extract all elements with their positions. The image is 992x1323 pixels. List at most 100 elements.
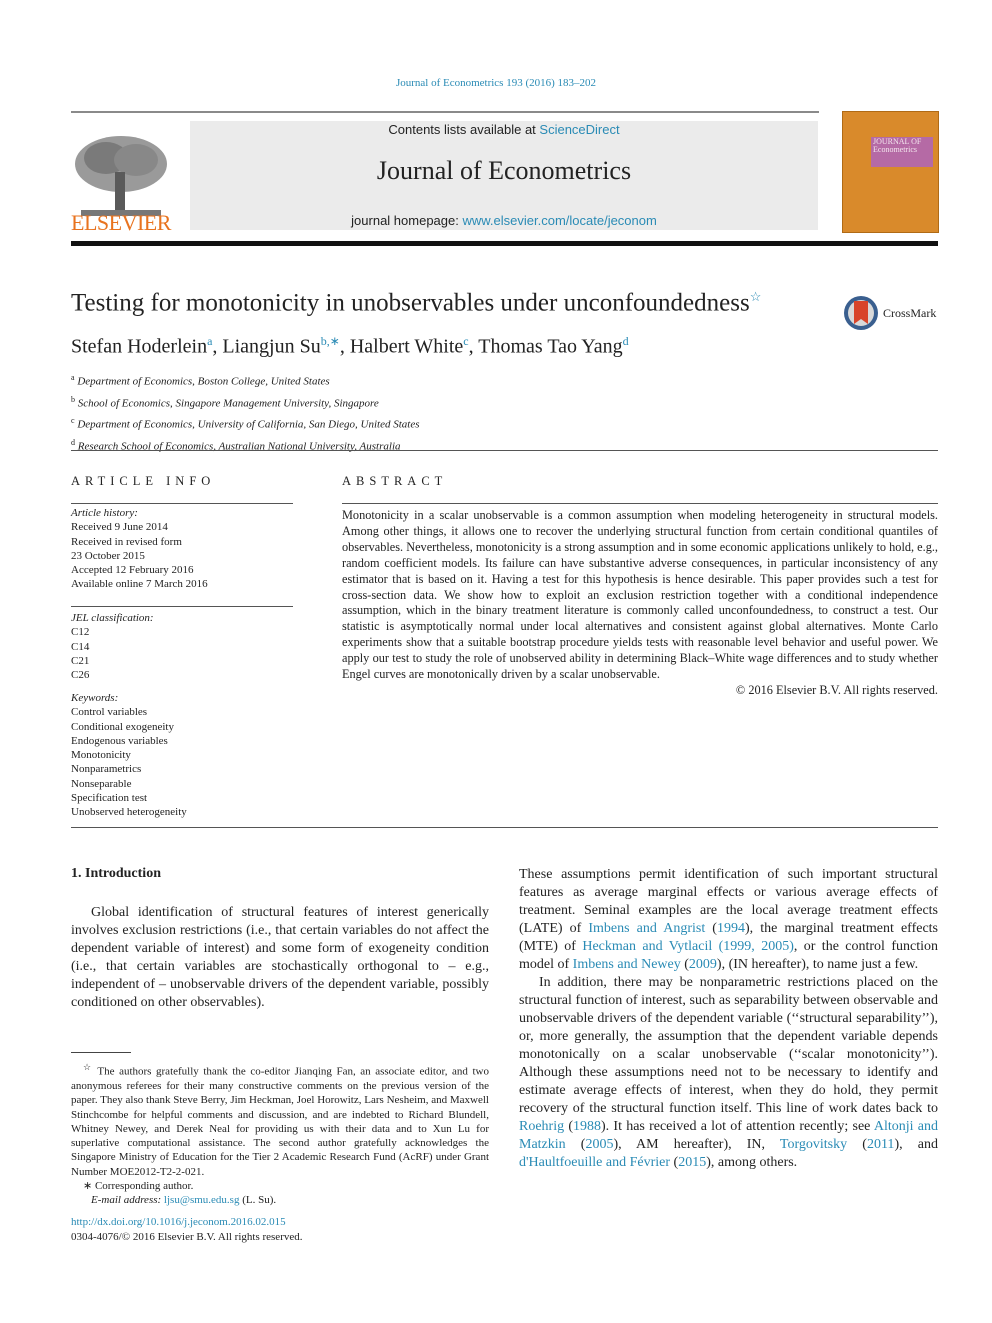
email-suffix: (L. Su). [239, 1194, 277, 1207]
abstract-heading: ABSTRACT [342, 474, 448, 488]
reference-year-link[interactable]: 2015 [678, 1155, 706, 1170]
article-info-heading: ARTICLE INFO [71, 474, 216, 488]
author-affil-sup[interactable]: c [463, 334, 468, 348]
keywords: Keywords: Control variables Conditional … [71, 691, 187, 820]
homepage-prefix: journal homepage: [351, 213, 463, 228]
header-thick-rule [71, 241, 938, 246]
email-label: E-mail address: [91, 1194, 164, 1207]
intro-right-column: These assumptions permit identification … [519, 866, 938, 1172]
journal-citation-link[interactable]: Journal of Econometrics 193 (2016) 183–2… [0, 77, 992, 89]
contents-prefix: Contents lists available at [388, 122, 540, 137]
jel-label: JEL classification: [71, 612, 154, 624]
history-item: Received in revised form [71, 535, 182, 548]
corresponding-footnote: ∗ Corresponding author. [71, 1179, 489, 1193]
email-line: E-mail address: ljsu@smu.edu.sg (L. Su). [71, 1193, 489, 1207]
cover-title-line2: Econometrics [873, 145, 917, 154]
crossmark-icon [844, 296, 878, 330]
doi-block: http://dx.doi.org/10.1016/j.jeconom.2016… [71, 1215, 303, 1245]
homepage-link[interactable]: www.elsevier.com/locate/jeconom [462, 213, 656, 228]
divider [342, 503, 938, 504]
elsevier-wordmark[interactable]: ELSEVIER [71, 210, 171, 236]
intro-paragraph: Global identification of structural feat… [71, 905, 489, 1010]
text-run: ( [565, 1137, 586, 1152]
reference-link[interactable]: Roehrig [519, 1119, 564, 1134]
section-heading-introduction: 1. Introduction [71, 866, 161, 881]
author-name[interactable]: Liangjun Su [222, 336, 320, 358]
reference-link[interactable]: Torgovitsky [780, 1137, 847, 1152]
history-item: Accepted 12 February 2016 [71, 564, 194, 577]
author-name[interactable]: Stefan Hoderlein [71, 336, 207, 358]
email-link[interactable]: ljsu@smu.edu.sg [164, 1194, 240, 1206]
reference-year-link[interactable]: 1994 [717, 921, 745, 936]
author-affil-sup[interactable]: a [207, 334, 212, 348]
affiliation-text: Department of Economics, Boston College,… [77, 375, 330, 388]
keyword-item: Endogenous variables [71, 734, 168, 747]
text-run: ( [670, 1155, 679, 1170]
acknowledgement-footnote: ☆ The authors gratefully thank the co-ed… [71, 1060, 489, 1179]
author-affil-sup[interactable]: b,∗ [321, 334, 340, 348]
divider [71, 503, 293, 504]
affiliation-sup: a [71, 373, 75, 382]
history-item: 23 October 2015 [71, 549, 145, 562]
article-history-label: Article history: [71, 507, 138, 519]
reference-link[interactable]: d'Haultfoeuille and Février [519, 1155, 670, 1170]
affiliation-sup: d [71, 437, 75, 447]
jel-code: C12 [71, 626, 90, 639]
author-name[interactable]: Halbert White [350, 336, 463, 358]
keyword-item: Specification test [71, 792, 148, 805]
article-history: Article history: Received 9 June 2014 Re… [71, 506, 208, 592]
reference-year-link[interactable]: 2011 [867, 1137, 894, 1152]
corresponding-text: Corresponding author. [94, 1180, 194, 1193]
abstract-copyright: © 2016 Elsevier B.V. All rights reserved… [735, 682, 938, 697]
contents-line: Contents lists available at ScienceDirec… [190, 122, 818, 137]
acknowledgement-text: The authors gratefully thank the co-edit… [71, 1065, 489, 1178]
journal-cover-thumbnail[interactable]: JOURNAL OF Econometrics [842, 111, 939, 233]
crossmark-badge[interactable]: CrossMark [843, 294, 943, 334]
affiliation-text: Department of Economics, University of C… [77, 418, 420, 431]
divider [71, 450, 938, 451]
abstract: Monotonicity in a scalar unobservable is… [342, 508, 938, 699]
text-run: ). It has received a lot of attention re… [601, 1119, 874, 1134]
homepage-line: journal homepage: www.elsevier.com/locat… [190, 213, 818, 228]
reference-year-link[interactable]: 1988 [573, 1119, 601, 1134]
affiliation-item: b School of Economics, Singapore Managem… [71, 391, 420, 413]
keyword-item: Conditional exogeneity [71, 720, 174, 733]
reference-year-link[interactable]: 2005 [585, 1137, 613, 1152]
footnote-rule [71, 1052, 131, 1053]
article-title-text: Testing for monotonicity in unobservable… [71, 289, 750, 317]
affiliation-item: d Research School of Economics, Australi… [71, 434, 420, 456]
keywords-label: Keywords: [71, 692, 119, 704]
reference-link[interactable]: Imbens and Newey [573, 957, 681, 972]
intro-paragraph: In addition, there may be nonparametric … [519, 974, 938, 1172]
title-footnote-star-icon[interactable]: ☆ [750, 289, 762, 304]
crossmark-label: CrossMark [883, 306, 937, 320]
reference-link[interactable]: Heckman and Vytlacil (1999, 2005) [582, 939, 794, 954]
reference-year-link[interactable]: 2009 [689, 957, 717, 972]
keyword-item: Nonseparable [71, 777, 132, 790]
doi-link[interactable]: http://dx.doi.org/10.1016/j.jeconom.2016… [71, 1216, 286, 1228]
affiliation-text: School of Economics, Singapore Managemen… [77, 397, 379, 410]
author-affil-sup[interactable]: d [623, 334, 629, 348]
jel-code: C14 [71, 640, 90, 653]
keyword-item: Unobserved heterogeneity [71, 806, 187, 819]
affiliations: a Department of Economics, Boston Colleg… [71, 369, 420, 456]
footnote-asterisk-icon: ∗ [83, 1180, 93, 1193]
author-name[interactable]: Thomas Tao Yang [478, 336, 622, 358]
sciencedirect-link[interactable]: ScienceDirect [539, 122, 619, 137]
header-rule [71, 111, 819, 113]
affiliation-sup: c [71, 416, 75, 426]
intro-left-column: Global identification of structural feat… [71, 904, 489, 1012]
jel-code: C21 [71, 654, 90, 667]
reference-link[interactable]: Imbens and Angrist [588, 921, 705, 936]
author-list: Stefan Hoderleina, Liangjun Sub,∗, Halbe… [71, 334, 629, 358]
keyword-item: Monotonicity [71, 749, 131, 762]
footnote-star-icon: ☆ [83, 1062, 94, 1072]
keyword-item: Nonparametrics [71, 763, 142, 776]
intro-paragraph: These assumptions permit identification … [519, 866, 938, 974]
journal-banner: Contents lists available at ScienceDirec… [190, 121, 818, 230]
abstract-text: Monotonicity in a scalar unobservable is… [342, 508, 938, 682]
affiliation-sup: b [71, 394, 75, 404]
text-run: ), AM hereafter), IN, [613, 1137, 780, 1152]
issn-copyright: 0304-4076/© 2016 Elsevier B.V. All right… [71, 1231, 303, 1243]
cover-title: JOURNAL OF Econometrics [873, 138, 921, 154]
